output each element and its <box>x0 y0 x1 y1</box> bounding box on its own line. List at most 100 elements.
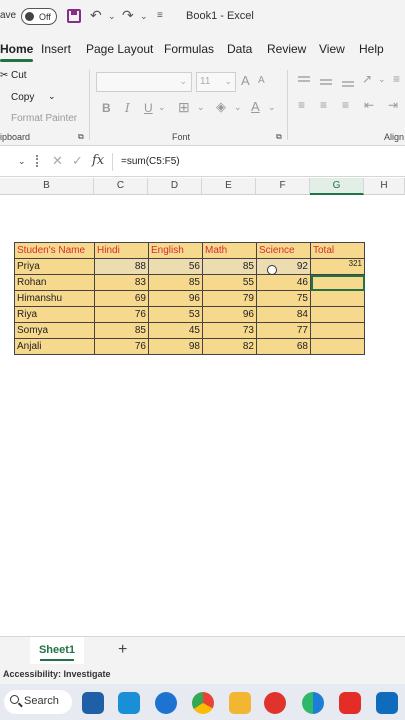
customize-toolbar-icon[interactable]: ≡ <box>157 10 163 21</box>
undo-icon[interactable]: ↶ <box>90 7 102 24</box>
cell-science[interactable]: 68 <box>256 338 311 355</box>
align-right-icon[interactable]: ≡ <box>342 98 349 112</box>
tab-help[interactable]: Help <box>359 42 384 56</box>
borders-dropdown-icon[interactable]: ⌄ <box>197 102 205 113</box>
cell-math[interactable]: 79 <box>202 290 257 307</box>
cell-name[interactable]: Himanshu <box>14 290 95 307</box>
header-cell-name[interactable]: Studen's Name <box>14 242 95 259</box>
cut-icon[interactable]: ✂ <box>0 70 8 81</box>
sheet-tab-sheet1[interactable]: Sheet1 <box>30 637 84 664</box>
insert-function-icon[interactable]: fx <box>92 153 104 168</box>
cancel-entry-icon[interactable]: ✕ <box>52 153 63 169</box>
chrome-app-icon[interactable] <box>192 692 214 714</box>
accessibility-status[interactable]: Accessibility: Investigate <box>3 669 111 679</box>
tab-page-layout[interactable]: Page Layout <box>86 42 153 56</box>
cell-science[interactable]: 92 <box>256 258 311 275</box>
cell-science[interactable]: 77 <box>256 322 311 339</box>
copy-dropdown-icon[interactable]: ⌄ <box>48 91 56 102</box>
redo-icon[interactable]: ↷ <box>122 7 134 24</box>
cell-hindi[interactable]: 83 <box>94 274 149 291</box>
header-cell-hindi[interactable]: Hindi <box>94 242 149 259</box>
header-cell-english[interactable]: English <box>148 242 203 259</box>
confirm-entry-icon[interactable]: ✓ <box>72 153 83 169</box>
align-middle-icon[interactable] <box>320 76 332 86</box>
cut-button[interactable]: Cut <box>11 70 27 81</box>
taskbar-search[interactable]: Search <box>4 690 72 714</box>
font-size-box[interactable]: 11 ⌄ <box>196 72 236 92</box>
copy-button[interactable]: Copy <box>11 92 34 103</box>
align-bottom-icon[interactable] <box>342 76 354 87</box>
format-painter-button[interactable]: Format Painter <box>11 113 77 124</box>
redo-dropdown-icon[interactable]: ⌄ <box>140 11 148 22</box>
autosave-toggle[interactable]: Off <box>21 8 57 25</box>
column-header-b[interactable]: B <box>0 178 94 195</box>
header-cell-total[interactable]: Total <box>310 242 365 259</box>
tab-data[interactable]: Data <box>227 42 252 56</box>
cell-science[interactable]: 75 <box>256 290 311 307</box>
edge-app-icon[interactable] <box>302 692 324 714</box>
cell-name[interactable]: Rohan <box>14 274 95 291</box>
cell-total[interactable] <box>310 306 365 323</box>
header-cell-science[interactable]: Science <box>256 242 311 259</box>
cell-hindi[interactable]: 76 <box>94 306 149 323</box>
save-icon[interactable] <box>67 9 81 23</box>
cell-english[interactable]: 96 <box>148 290 203 307</box>
borders-icon[interactable]: ⊞ <box>178 99 190 116</box>
cell-science[interactable]: 84 <box>256 306 311 323</box>
underline-dropdown-icon[interactable]: ⌄ <box>158 102 166 113</box>
add-sheet-button[interactable]: + <box>118 641 127 659</box>
align-left-icon[interactable]: ≡ <box>298 98 305 112</box>
help-app-icon[interactable] <box>155 692 177 714</box>
column-header-e[interactable]: E <box>202 178 256 195</box>
align-top-icon[interactable] <box>298 76 310 86</box>
increase-indent-icon[interactable]: ⇥ <box>388 98 398 112</box>
tab-home[interactable]: Home <box>0 42 34 62</box>
outlook-app-icon[interactable] <box>376 692 398 714</box>
column-header-d[interactable]: D <box>148 178 202 195</box>
font-name-box[interactable]: ⌄ <box>96 72 192 92</box>
underline-button[interactable]: U <box>144 101 153 115</box>
orientation-icon[interactable]: ↗ <box>362 72 372 86</box>
cell-english[interactable]: 45 <box>148 322 203 339</box>
opera-app-icon[interactable] <box>264 692 286 714</box>
column-header-f[interactable]: F <box>256 178 310 195</box>
youtube-app-icon[interactable] <box>339 692 361 714</box>
wrap-text-icon[interactable]: ≡ <box>393 72 400 86</box>
cell-hindi[interactable]: 69 <box>94 290 149 307</box>
cell-total[interactable] <box>310 322 365 339</box>
bold-button[interactable]: B <box>102 101 111 115</box>
font-launcher-icon[interactable]: ⧉ <box>276 132 282 142</box>
grow-font-icon[interactable]: A <box>241 73 250 88</box>
undo-dropdown-icon[interactable]: ⌄ <box>108 11 116 22</box>
hp-app-icon[interactable] <box>118 692 140 714</box>
store-app-icon[interactable] <box>82 692 104 714</box>
active-cell-total[interactable] <box>310 274 365 291</box>
cell-hindi[interactable]: 88 <box>94 258 149 275</box>
cell-math[interactable]: 96 <box>202 306 257 323</box>
tab-view[interactable]: View <box>319 42 345 56</box>
cell-total[interactable] <box>310 290 365 307</box>
align-center-icon[interactable]: ≡ <box>320 98 327 112</box>
decrease-indent-icon[interactable]: ⇤ <box>364 98 374 112</box>
cell-hindi[interactable]: 85 <box>94 322 149 339</box>
cell-math[interactable]: 55 <box>202 274 257 291</box>
tab-review[interactable]: Review <box>267 42 306 56</box>
cell-english[interactable]: 98 <box>148 338 203 355</box>
cell-name[interactable]: Anjali <box>14 338 95 355</box>
cell-english[interactable]: 56 <box>148 258 203 275</box>
cell-name[interactable]: Riya <box>14 306 95 323</box>
cell-math[interactable]: 85 <box>202 258 257 275</box>
fill-color-dropdown-icon[interactable]: ⌄ <box>234 102 242 113</box>
cell-hindi[interactable]: 76 <box>94 338 149 355</box>
orientation-dropdown-icon[interactable]: ⌄ <box>378 74 386 85</box>
italic-button[interactable]: I <box>125 101 130 115</box>
tab-formulas[interactable]: Formulas <box>164 42 214 56</box>
cell-total[interactable] <box>310 338 365 355</box>
column-header-g[interactable]: G <box>310 178 364 195</box>
column-header-h[interactable]: H <box>364 178 405 195</box>
file-explorer-icon[interactable] <box>229 692 251 714</box>
name-box-dropdown-icon[interactable]: ⌄ <box>18 156 26 167</box>
shrink-font-icon[interactable]: A <box>258 75 265 86</box>
cell-name[interactable]: Priya <box>14 258 95 275</box>
cell-english[interactable]: 53 <box>148 306 203 323</box>
